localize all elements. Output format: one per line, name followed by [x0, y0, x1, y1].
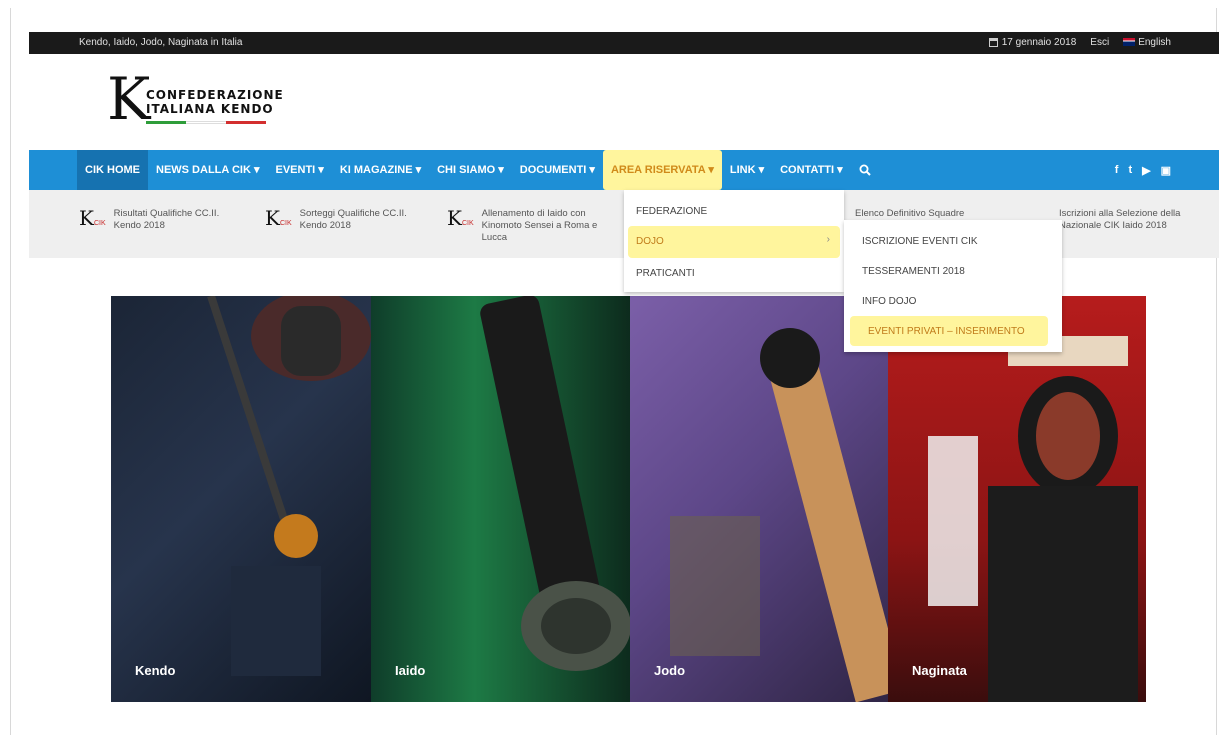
calendar-icon — [988, 37, 998, 47]
submenu-item-eventi-privati[interactable]: EVENTI PRIVATI – INSERIMENTO — [850, 316, 1048, 346]
language-switch[interactable]: English — [1123, 37, 1171, 48]
logo-mark[interactable]: K — [107, 70, 150, 128]
nav-item-documenti[interactable]: DOCUMENTI ▾ — [512, 150, 603, 190]
nav-item-link[interactable]: LINK ▾ — [722, 150, 772, 190]
dropdown-item-federazione[interactable]: FEDERAZIONE — [636, 206, 707, 217]
nav-item-eventi[interactable]: EVENTI ▾ — [268, 150, 332, 190]
logo-bar-white — [186, 121, 226, 124]
main-nav: CIK HOME NEWS DALLA CIK ▾ EVENTI ▾ KI MA… — [29, 150, 1219, 190]
search-icon[interactable] — [851, 150, 879, 190]
kendo-photo — [207, 296, 371, 676]
dropdown-item-dojo-label: DOJO — [636, 236, 664, 247]
top-bar-right: 17 gennaio 2018 Esci English — [988, 37, 1171, 48]
dropdown-item-dojo[interactable]: DOJO › — [628, 226, 840, 258]
news-title: Elenco Definitivo Squadre — [855, 208, 965, 219]
dojo-submenu: ISCRIZIONE EVENTI CIK TESSERAMENTI 2018 … — [844, 220, 1062, 352]
submenu-item-iscrizione-eventi[interactable]: ISCRIZIONE EVENTI CIK — [862, 236, 978, 247]
iaido-photo — [480, 296, 630, 671]
submenu-item-info-dojo[interactable]: INFO DOJO — [862, 296, 916, 307]
submenu-item-tesseramenti[interactable]: TESSERAMENTI 2018 — [862, 266, 965, 277]
facebook-icon[interactable]: f — [1115, 164, 1119, 176]
news-item[interactable]: KCIK Risultati Qualifiche CC.II. Kendo 2… — [79, 208, 234, 234]
logout-link[interactable]: Esci — [1090, 37, 1109, 48]
youtube-icon[interactable]: ▶ — [1142, 164, 1150, 177]
naginata-photo — [928, 336, 1138, 702]
news-item[interactable]: Iscrizioni alla Selezione della Nazional… — [1059, 208, 1209, 232]
logo-flag-bars — [146, 121, 266, 124]
hero-label-naginata: Naginata — [912, 663, 967, 678]
submenu-item-eventi-privati-label: EVENTI PRIVATI – INSERIMENTO — [868, 326, 1025, 337]
news-title: Allenamento di Iaido con Kinomoto Sensei… — [481, 208, 598, 243]
logo-bar-green — [146, 121, 186, 124]
language-label: English — [1138, 37, 1171, 48]
logo-line-2: ITALIANA KENDO — [146, 102, 274, 116]
site-tagline: Kendo, Iaido, Jodo, Naginata in Italia — [79, 37, 243, 48]
nav-item-contatti[interactable]: CONTATTI ▾ — [772, 150, 851, 190]
cik-logo-icon: KCIK — [447, 206, 474, 230]
cik-logo-icon: KCIK — [79, 206, 106, 230]
flickr-icon[interactable]: ▣ — [1161, 164, 1171, 177]
news-title: Sorteggi Qualifiche CC.II. Kendo 2018 — [299, 208, 407, 231]
hero-panel-naginata[interactable]: Naginata — [888, 296, 1146, 702]
chevron-right-icon: › — [826, 234, 830, 245]
dropdown-item-praticanti[interactable]: PRATICANTI — [636, 268, 695, 279]
news-title: Risultati Qualifiche CC.II. Kendo 2018 — [113, 208, 220, 231]
nav-item-news[interactable]: NEWS DALLA CIK ▾ — [148, 150, 268, 190]
top-bar: Kendo, Iaido, Jodo, Naginata in Italia 1… — [29, 32, 1219, 54]
logo-line-1: CONFEDERAZIONE — [146, 88, 284, 102]
hero-panel-jodo[interactable]: Jodo — [630, 296, 888, 702]
social-links: f t ▶ ▣ — [1115, 150, 1171, 190]
nav-item-cik-home[interactable]: CIK HOME — [77, 150, 148, 190]
hero-panel-iaido[interactable]: Iaido — [371, 296, 630, 702]
hero-label-jodo: Jodo — [654, 663, 686, 678]
news-item[interactable]: Elenco Definitivo Squadre — [855, 208, 985, 220]
logo-bar-red — [226, 121, 266, 124]
nav-item-area-riservata[interactable]: AREA RISERVATA ▾ — [602, 150, 722, 190]
cik-logo-icon: KCIK — [265, 206, 292, 230]
news-item[interactable]: KCIK Sorteggi Qualifiche CC.II. Kendo 20… — [265, 208, 420, 234]
date-display: 17 gennaio 2018 — [988, 37, 1077, 48]
twitter-icon[interactable]: t — [1128, 164, 1132, 176]
hero-label-kendo: Kendo — [135, 663, 176, 678]
news-item[interactable]: KCIK Allenamento di Iaido con Kinomoto S… — [447, 208, 602, 244]
nav-item-ki-magazine[interactable]: KI MAGAZINE ▾ — [332, 150, 429, 190]
site-header: K CONFEDERAZIONE ITALIANA KENDO — [29, 54, 1219, 150]
uk-flag-icon — [1123, 38, 1136, 47]
logo-text[interactable]: CONFEDERAZIONE ITALIANA KENDO — [146, 88, 284, 116]
area-riservata-dropdown: FEDERAZIONE DOJO › PRATICANTI — [624, 190, 844, 292]
date-text: 17 gennaio 2018 — [1001, 37, 1077, 48]
hero-panel-kendo[interactable]: Kendo — [111, 296, 371, 702]
hero-label-iaido: Iaido — [395, 663, 426, 678]
jodo-photo — [670, 328, 888, 702]
news-title: Iscrizioni alla Selezione della Nazional… — [1059, 208, 1181, 231]
nav-item-chi-siamo[interactable]: CHI SIAMO ▾ — [429, 150, 512, 190]
